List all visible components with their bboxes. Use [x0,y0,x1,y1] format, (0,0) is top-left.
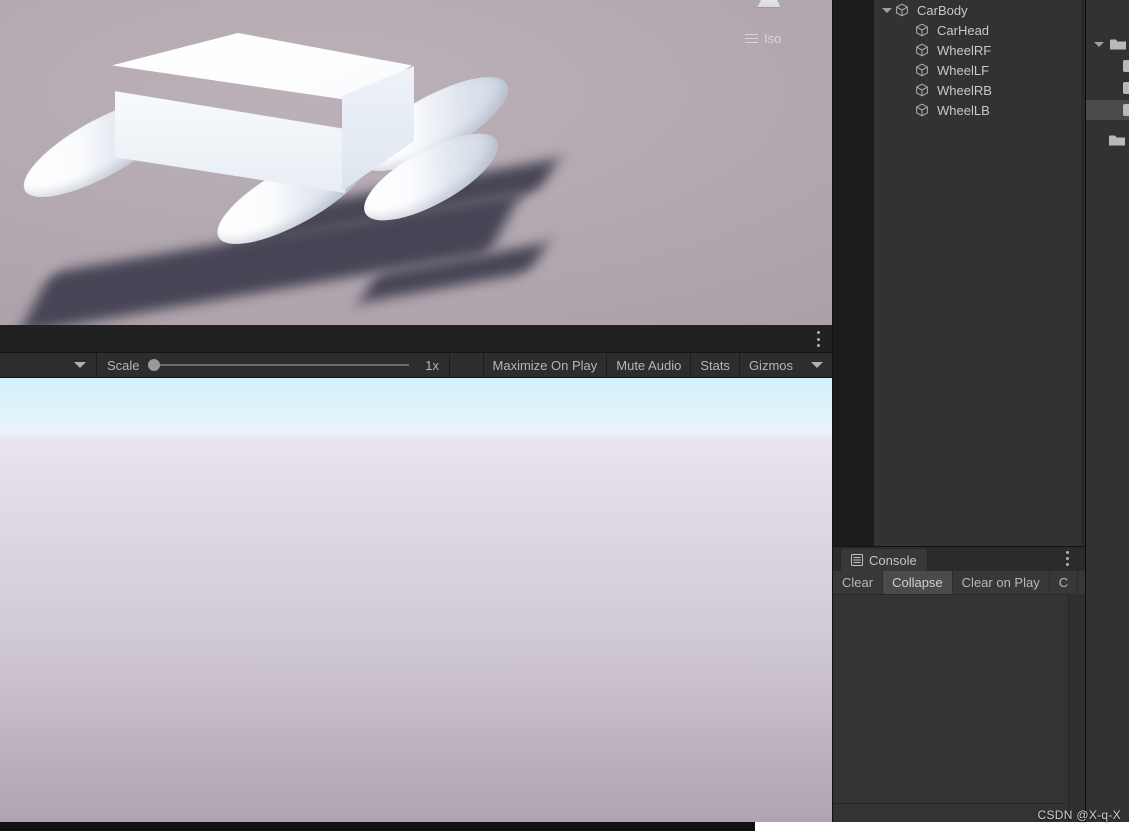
folder-icon [1108,133,1126,147]
project-row[interactable] [1086,34,1129,54]
console-clear-button[interactable]: Clear [833,571,884,594]
chevron-down-icon [74,362,86,368]
car-body-front-face [115,91,345,193]
more-options-icon[interactable] [816,331,820,347]
project-row[interactable] [1086,100,1129,120]
toolbar-spacer [450,353,483,377]
hierarchy-item-label: WheelRB [937,82,992,98]
gizmos-button[interactable]: Gizmos [739,353,802,377]
project-row[interactable] [1086,56,1129,76]
bottom-overlay-strip [755,822,1129,831]
hierarchy-item-wheelrf[interactable]: WheelRF [874,40,1085,60]
more-options-icon[interactable] [1065,551,1069,566]
console-tabstrip: Console [833,547,1085,571]
folder-icon [1109,37,1127,51]
game-view-panel: Scale 1x Maximize On Play Mute Audio Sta… [0,325,832,831]
maximize-on-play-button[interactable]: Maximize On Play [483,353,607,377]
hierarchy-item-wheellb[interactable]: WheelLB [874,100,1085,120]
hierarchy-tree[interactable]: CarBody CarHead WheelRF WheelLF WheelRB Wheel… [874,0,1085,120]
project-item-thumbnail [1123,104,1129,116]
console-toolbar: Clear Collapse Clear on Play C [833,571,1085,594]
hierarchy-item-carhead[interactable]: CarHead [874,20,1085,40]
watermark: CSDN @X-q-X [1037,808,1121,822]
game-view-toolbar: Scale 1x Maximize On Play Mute Audio Sta… [0,353,832,378]
hierarchy-item-label: CarBody [917,2,968,18]
chevron-down-icon [811,362,823,368]
game-view-tabstrip [0,325,832,353]
project-item-thumbnail [1123,82,1129,94]
console-collapse-button[interactable]: Collapse [883,571,953,594]
console-scrollbar[interactable] [1069,594,1085,831]
tab-console[interactable]: Console [841,549,927,571]
hamburger-icon [745,33,758,44]
hierarchy-item-wheellf[interactable]: WheelLF [874,60,1085,80]
cube-icon [915,103,933,117]
aspect-ratio-dropdown[interactable] [0,353,74,377]
scale-value: 1x [425,357,439,373]
view-gizmo-cone-icon[interactable] [757,0,781,8]
scale-label: Scale [107,357,140,373]
hierarchy-item-label: WheelRF [937,42,992,58]
cube-icon [915,23,933,37]
scene-car-body[interactable] [112,33,414,193]
chevron-down-icon[interactable] [882,7,892,13]
cube-icon [915,43,933,57]
stats-button[interactable]: Stats [691,353,739,377]
hierarchy-item-carbody[interactable]: CarBody [874,0,1085,20]
scale-slider-knob[interactable] [147,359,160,371]
project-panel[interactable] [1085,0,1129,831]
console-tab-label: Console [869,552,917,568]
console-clear-on-play-button[interactable]: Clear on Play [952,571,1050,594]
cube-icon [895,3,913,17]
console-c-button[interactable]: C [1049,571,1079,594]
scene-projection-toggle[interactable]: Iso [745,31,781,46]
aspect-ratio-dropdown-arrow[interactable] [74,353,96,377]
scene-view[interactable]: Iso [0,0,832,325]
project-row[interactable] [1086,130,1129,150]
cube-icon [915,83,933,97]
game-ground-plane [0,437,832,830]
scene-projection-label: Iso [764,31,782,46]
status-bar [0,822,755,831]
gizmos-dropdown-button[interactable] [802,353,832,377]
hierarchy-item-wheelrb[interactable]: WheelRB [874,80,1085,100]
scale-slider-track[interactable] [147,359,409,371]
project-item-thumbnail [1123,60,1129,72]
console-panel: Console Clear Collapse Clear on Play C [833,546,1085,831]
console-message-list[interactable] [833,594,1069,803]
cube-icon [915,63,933,77]
hierarchy-item-label: CarHead [937,22,990,38]
game-view-render[interactable] [0,378,832,830]
project-tree[interactable] [1086,34,1129,150]
scale-slider-group[interactable]: Scale 1x [97,353,449,377]
chevron-down-icon[interactable] [1094,41,1104,47]
console-icon [851,554,863,566]
hierarchy-item-label: WheelLF [937,62,990,78]
hierarchy-item-label: WheelLB [937,102,990,118]
project-row[interactable] [1086,78,1129,98]
hierarchy-panel[interactable]: CarBody CarHead WheelRF WheelLF WheelRB Wheel… [874,0,1085,546]
mute-audio-button[interactable]: Mute Audio [607,353,691,377]
